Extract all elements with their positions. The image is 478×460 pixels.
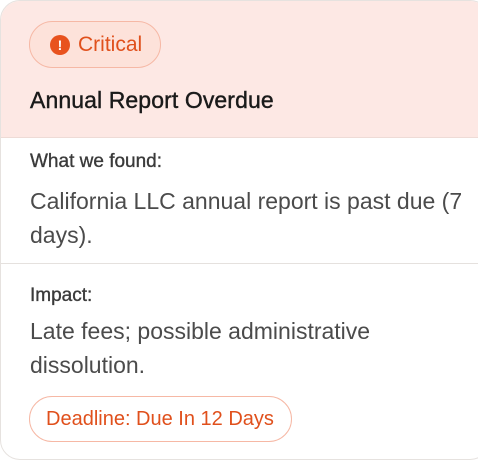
impact-text: Late fees; possible administrative disso… [30,318,371,378]
severity-label: Critical [78,32,143,56]
alert-title: Annual Report Overdue [30,87,274,113]
alert-card: ! Critical Annual Report Overdue What we… [0,0,478,460]
section-divider [1,263,478,264]
deadline-badge: Deadline: Due In 12 Days [29,396,292,442]
found-label: What we found: [30,151,163,172]
found-text: California LLC annual report is past due… [30,188,463,248]
impact-label: Impact: [30,285,93,306]
exclamation-circle-icon: ! [50,34,70,55]
alert-card-header: ! Critical Annual Report Overdue [1,1,478,138]
severity-badge: ! Critical [29,21,162,68]
